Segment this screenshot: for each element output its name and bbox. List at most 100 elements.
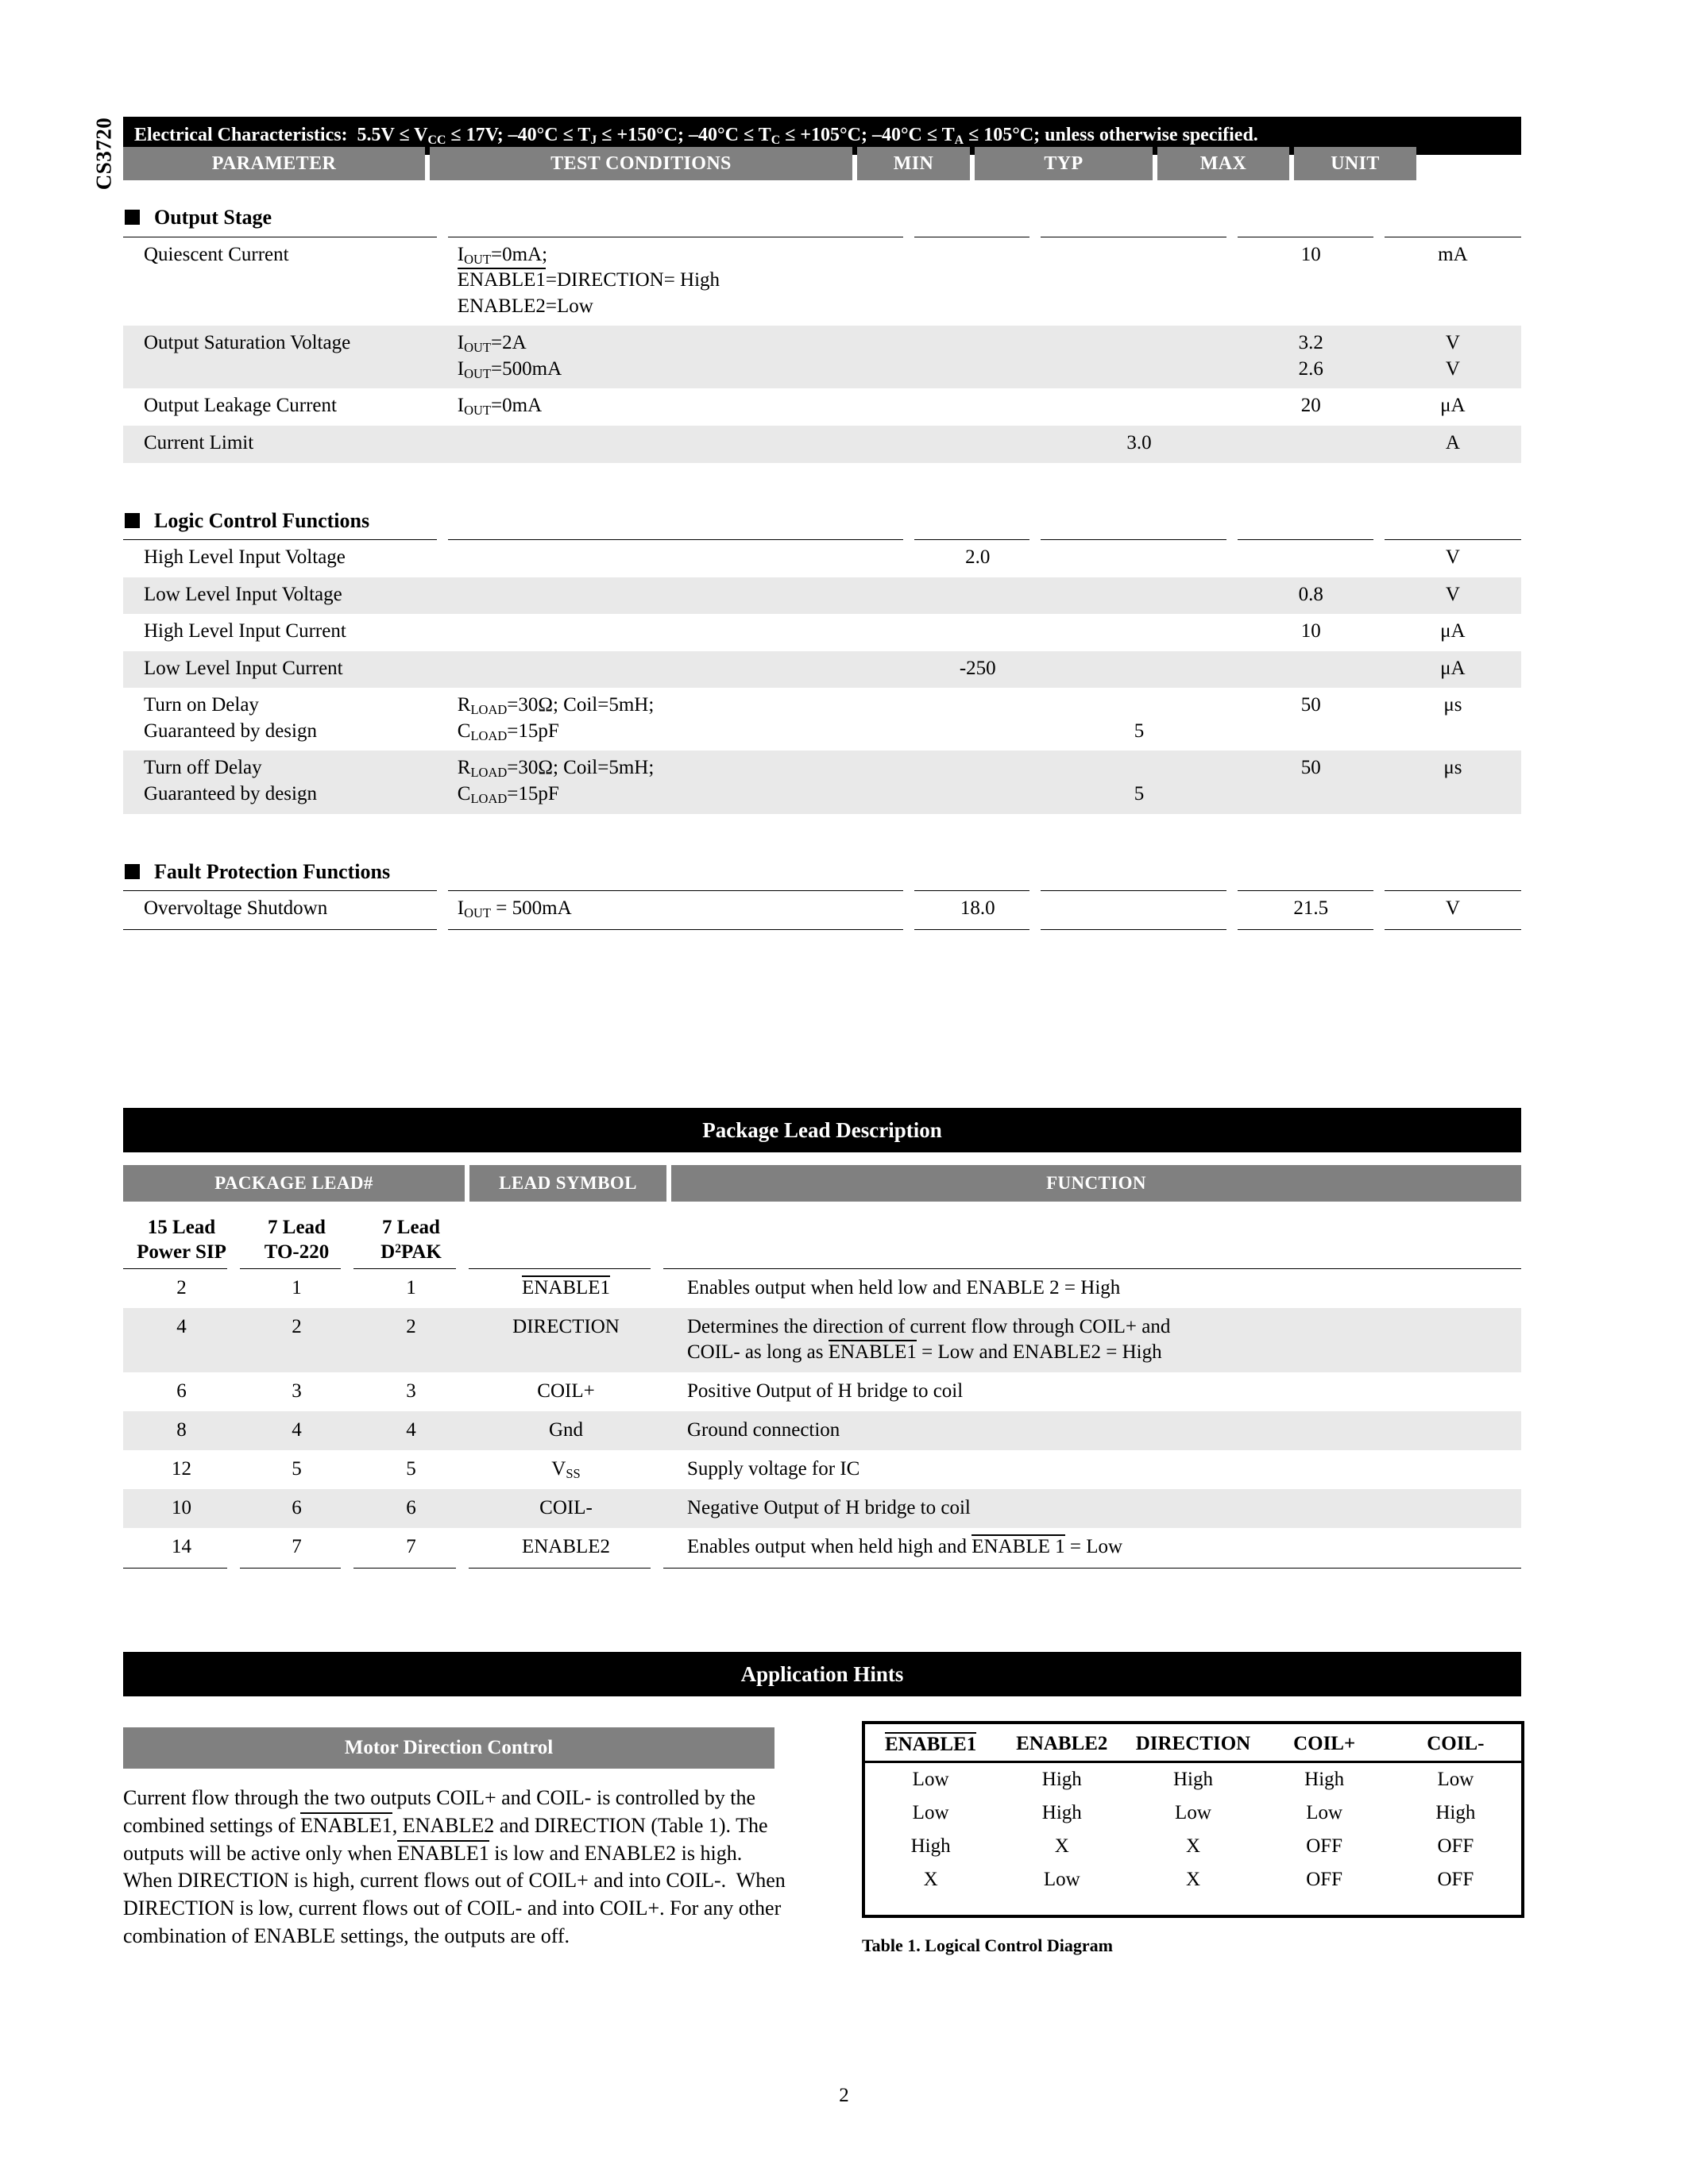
- row-parameter: Overvoltage Shutdown: [144, 897, 328, 920]
- row-min: 2.0: [965, 546, 991, 569]
- subheader-7-lead-d2pak: 7 Lead D2PAK: [353, 1202, 469, 1268]
- row-unit: μA: [1440, 395, 1466, 417]
- cell-to220: 7: [292, 1536, 302, 1558]
- package-lead-subheader-row: 15 Lead Power SIP 7 Lead TO-220 7 Lead D…: [123, 1202, 1521, 1268]
- group-header-function: FUNCTION: [671, 1165, 1521, 1202]
- table-row: 2 1 1 ENABLE1 Enables output when held l…: [123, 1269, 1521, 1308]
- cell-sip: 14: [172, 1536, 191, 1558]
- table-row: Low Level Input Current -250 μA: [123, 650, 1521, 689]
- package-lead-title-text: Package Lead Description: [702, 1117, 942, 1142]
- group-header-function-label: FUNCTION: [1046, 1173, 1146, 1193]
- row-parameter: Output Saturation Voltage: [123, 326, 448, 389]
- section-title: Fault Protection Functions: [154, 859, 391, 883]
- table-row: 14 7 7 ENABLE2 Enables output when held …: [123, 1528, 1521, 1567]
- logic-table-box: ENABLE1 ENABLE2 DIRECTION COIL+ COIL- Lo…: [862, 1721, 1524, 1918]
- cell-coil-minus: High: [1435, 1802, 1476, 1823]
- row-typ: 5: [1041, 688, 1237, 751]
- electrical-characteristics-table: Electrical Characteristics: 5.5V ≤ VCC ≤…: [123, 117, 1521, 930]
- cell-function: Enables output when held high and ENABLE…: [687, 1534, 1123, 1558]
- row-parameter-line2: Guaranteed by design: [144, 720, 317, 742]
- table-row: Current Limit 3.0 A: [123, 426, 1521, 463]
- column-header-typ: TYP: [975, 147, 1153, 180]
- row-test-conditions: IOUT=0mA: [457, 395, 543, 419]
- row-unit: μs: [1384, 751, 1521, 814]
- cell-d2pak: 2: [353, 1308, 469, 1372]
- part-number-side-label: CS3720: [86, 86, 122, 221]
- row-max-2: 2.6: [1298, 357, 1323, 380]
- row-min: [914, 577, 1041, 615]
- row-typ: [1041, 577, 1238, 615]
- subheader-line2: Power SIP: [137, 1241, 226, 1263]
- row-parameter: Turn off Delay Guaranteed by design: [123, 751, 448, 814]
- cell-d2pak: 1: [406, 1277, 416, 1298]
- row-parameter: Low Level Input Voltage: [123, 577, 448, 615]
- row-parameter: High Level Input Voltage: [144, 546, 346, 569]
- section-bottom-rule: [123, 928, 1521, 930]
- package-lead-description-section: Package Lead Description PACKAGE LEAD# L…: [123, 1108, 1521, 1569]
- cell-d2pak: 3: [406, 1380, 416, 1402]
- row-typ: [1041, 891, 1237, 928]
- row-unit: μs: [1443, 694, 1462, 716]
- subheader-blank-function: [663, 1202, 1521, 1268]
- cell-enable1: Low: [912, 1769, 949, 1790]
- subheader-line2: TO-220: [264, 1241, 330, 1263]
- row-unit: V: [1384, 577, 1521, 615]
- cell-function: Negative Output of H bridge to coil: [663, 1489, 1521, 1529]
- table-row: Low Level Input Voltage 0.8 V: [123, 577, 1521, 615]
- row-min: [914, 751, 1041, 814]
- bullet-square-icon: [125, 210, 140, 226]
- row-unit: A: [1384, 426, 1521, 463]
- logic-col-enable1: ENABLE1: [884, 1732, 977, 1755]
- table-row: X Low X OFF OFF: [865, 1863, 1521, 1915]
- group-header-package-lead-number: PACKAGE LEAD#: [123, 1165, 465, 1202]
- row-min: [914, 326, 1041, 389]
- cell-enable1: X: [923, 1869, 938, 1890]
- row-typ: [1041, 650, 1238, 689]
- application-hints-title-bar: Application Hints: [123, 1652, 1521, 1696]
- cell-function: Determines the direction of current flow…: [663, 1308, 1521, 1372]
- table-row: Turn on Delay Guaranteed by design RLOAD…: [123, 688, 1521, 751]
- table-row: 6 3 3 COIL+ Positive Output of H bridge …: [123, 1372, 1521, 1411]
- part-number-text: CS3720: [91, 117, 116, 190]
- column-header-unit-label: UNIT: [1331, 152, 1380, 174]
- cell-d2pak: 7: [406, 1536, 416, 1558]
- row-parameter: High Level Input Current: [144, 620, 346, 642]
- cell-enable2: X: [1054, 1835, 1069, 1857]
- row-max: 50: [1237, 751, 1385, 814]
- cell-coil-plus: High: [1304, 1769, 1345, 1790]
- section-spacer: [123, 463, 1521, 484]
- cond-line: RLOAD=30Ω; Coil=5mH;: [457, 757, 655, 781]
- motor-direction-control-paragraph: Current flow through the two outputs COI…: [123, 1786, 786, 1948]
- row-unit-2: V: [1445, 357, 1460, 380]
- row-typ: [1041, 326, 1238, 389]
- cell-coil-plus: Low: [1306, 1802, 1343, 1823]
- application-hints-section: Application Hints: [123, 1652, 1521, 1696]
- row-unit: μA: [1440, 620, 1466, 642]
- cond-line: IOUT=2A: [457, 332, 527, 356]
- cell-enable2: Low: [1043, 1869, 1080, 1890]
- table-row: Quiescent Current IOUT=0mA; ENABLE1=DIRE…: [123, 237, 1521, 326]
- row-parameter: Turn on Delay Guaranteed by design: [123, 688, 448, 751]
- table-row: High Level Input Voltage 2.0 V: [123, 540, 1521, 577]
- cell-enable1: High: [910, 1835, 951, 1857]
- cell-sip: 2: [176, 1277, 187, 1298]
- subheader-blank-symbol: [469, 1202, 663, 1268]
- cond-line: ENABLE1=DIRECTION= High: [457, 268, 720, 291]
- page-number: 2: [839, 2085, 849, 2106]
- row-test-conditions: [447, 426, 915, 463]
- electrical-characteristics-body: Output Stage Quiescent Current IOUT=0mA;…: [123, 180, 1521, 930]
- row-max-1: 3.2: [1298, 332, 1323, 354]
- cell-to220: 4: [240, 1411, 353, 1450]
- cell-enable2: High: [1041, 1802, 1082, 1823]
- subheader-line2: D2PAK: [380, 1241, 442, 1263]
- section-heading-logic-control-functions: Logic Control Functions: [123, 507, 1521, 539]
- row-max: [1237, 426, 1385, 463]
- row-unit: mA: [1438, 243, 1468, 265]
- cond-line: ENABLE2=Low: [457, 295, 593, 317]
- subheader-7-lead-to220: 7 Lead TO-220: [240, 1202, 353, 1268]
- cell-d2pak: 5: [406, 1458, 416, 1480]
- cond-line: IOUT=500mA: [457, 357, 562, 382]
- electrical-column-header-row: PARAMETER TEST CONDITIONS MIN TYP MAX UN…: [123, 147, 1521, 180]
- row-test-conditions: RLOAD=30Ω; Coil=5mH; CLOAD=15pF: [448, 688, 914, 751]
- cond-line: IOUT=0mA;: [457, 243, 548, 267]
